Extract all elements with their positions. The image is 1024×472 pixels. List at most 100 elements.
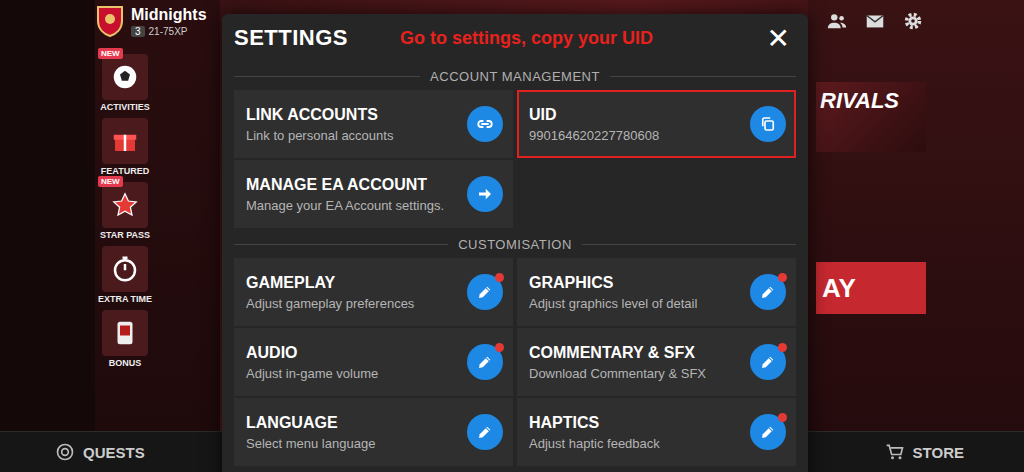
- side-menu-tile: [102, 118, 148, 164]
- right-column: RIVALS AY: [808, 0, 1024, 431]
- setting-button[interactable]: [750, 274, 786, 310]
- setting-subtitle: Select menu language: [246, 436, 375, 451]
- rivals-card[interactable]: RIVALS: [816, 82, 926, 152]
- settings-grid: LINK ACCOUNTSLink to personal accounts UI…: [234, 90, 796, 228]
- club-info[interactable]: Midnights321-75XP: [95, 4, 220, 38]
- notification-dot: [495, 273, 504, 282]
- side-menu-item[interactable]: FEATURED: [95, 118, 155, 176]
- setting-item[interactable]: GRAPHICS Adjust graphics level of detail: [517, 258, 796, 326]
- setting-button[interactable]: [467, 414, 503, 450]
- ball-icon: [110, 62, 140, 92]
- setting-text: MANAGE EA ACCOUNTManage your EA Account …: [246, 176, 444, 213]
- new-badge: NEW: [98, 48, 123, 59]
- setting-title: COMMENTARY & SFX: [529, 344, 706, 362]
- setting-text: GRAPHICS Adjust graphics level of detail: [529, 274, 697, 311]
- annotation-text: Go to settings, copy your UID: [400, 28, 653, 49]
- setting-title: LANGUAGE: [246, 414, 375, 432]
- card-icon: [110, 318, 140, 348]
- notification-dot: [778, 273, 787, 282]
- setting-item[interactable]: LANGUAGE Select menu language: [234, 398, 513, 466]
- setting-item[interactable]: COMMENTARY & SFXDownload Commentary & SF…: [517, 328, 796, 396]
- setting-button[interactable]: [467, 274, 503, 310]
- section-header: ACCOUNT MANAGEMENT: [234, 62, 796, 90]
- side-menu-label: STAR PASS: [100, 230, 150, 240]
- side-menu-tile: [102, 246, 148, 292]
- divider: [610, 76, 796, 77]
- link-icon: [476, 115, 494, 133]
- quests-label: QUESTS: [83, 444, 145, 461]
- club-text: Midnights321-75XP: [131, 6, 207, 37]
- setting-title: UID: [529, 106, 659, 124]
- setting-item[interactable]: GAMEPLAY Adjust gameplay preferences: [234, 258, 513, 326]
- side-menu-tile: [102, 310, 148, 356]
- setting-text: COMMENTARY & SFXDownload Commentary & SF…: [529, 344, 706, 381]
- setting-title: GAMEPLAY: [246, 274, 414, 292]
- side-menu-item[interactable]: EXTRA TIME: [95, 246, 155, 304]
- side-menu-item[interactable]: NEW STAR PASS: [95, 182, 155, 240]
- setting-button[interactable]: [750, 344, 786, 380]
- club-crest-icon: [95, 4, 125, 38]
- setting-text: LANGUAGE Select menu language: [246, 414, 375, 451]
- setting-button[interactable]: [467, 106, 503, 142]
- top-icons: [816, 0, 1024, 32]
- dialog-header: SETTINGS Go to settings, copy your UID ✕: [234, 14, 796, 62]
- side-menu-label: FEATURED: [101, 166, 149, 176]
- mail-icon[interactable]: [864, 10, 886, 32]
- setting-item[interactable]: HAPTICSAdjust haptic feedback: [517, 398, 796, 466]
- gear-icon[interactable]: [902, 10, 924, 32]
- notification-dot: [778, 413, 787, 422]
- pencil-icon: [476, 283, 494, 301]
- setting-subtitle: Adjust gameplay preferences: [246, 296, 414, 311]
- side-menu-tile: NEW: [102, 182, 148, 228]
- pencil-icon: [476, 423, 494, 441]
- level-row: 321-75XP: [131, 26, 207, 37]
- setting-button[interactable]: [467, 176, 503, 212]
- setting-button[interactable]: [750, 414, 786, 450]
- play-button[interactable]: AY: [816, 262, 926, 314]
- side-menu-label: ACTIVITIES: [100, 102, 150, 112]
- setting-text: UID 990164620227780608: [529, 106, 659, 143]
- stopwatch-icon: [110, 254, 140, 284]
- store-button[interactable]: STORE: [885, 442, 964, 462]
- left-column: Midnights321-75XP NEW ACTIVITIES FEATURED NE…: [95, 0, 220, 431]
- setting-subtitle: 990164620227780608: [529, 128, 659, 143]
- setting-subtitle: Link to personal accounts: [246, 128, 393, 143]
- side-menu-item[interactable]: BONUS: [95, 310, 155, 368]
- gift-icon: [110, 126, 140, 156]
- setting-item[interactable]: MANAGE EA ACCOUNTManage your EA Account …: [234, 160, 513, 228]
- pencil-icon: [759, 353, 777, 371]
- setting-subtitle: Adjust graphics level of detail: [529, 296, 697, 311]
- notification-dot: [495, 343, 504, 352]
- side-menu-tile: NEW: [102, 54, 148, 100]
- friends-icon[interactable]: [826, 10, 848, 32]
- divider: [582, 244, 796, 245]
- settings-grid: GAMEPLAY Adjust gameplay preferences GRAPH…: [234, 258, 796, 466]
- setting-text: GAMEPLAY Adjust gameplay preferences: [246, 274, 414, 311]
- setting-text: AUDIOAdjust in-game volume: [246, 344, 378, 381]
- setting-button[interactable]: [467, 344, 503, 380]
- pencil-icon: [759, 423, 777, 441]
- side-menu-item[interactable]: NEW ACTIVITIES: [95, 54, 155, 112]
- settings-dialog: SETTINGS Go to settings, copy your UID ✕ AC…: [222, 14, 808, 472]
- section-title: CUSTOMISATION: [458, 237, 572, 252]
- setting-item[interactable]: UID 990164620227780608: [517, 90, 796, 158]
- pencil-icon: [759, 283, 777, 301]
- section-title: ACCOUNT MANAGEMENT: [430, 69, 600, 84]
- dialog-title: SETTINGS: [234, 25, 348, 51]
- quests-button[interactable]: QUESTS: [55, 442, 145, 462]
- settings-section: ACCOUNT MANAGEMENT LINK ACCOUNTSLink to p…: [234, 62, 796, 228]
- arrow-right-icon: [476, 185, 494, 203]
- xp-text: 21-75XP: [149, 26, 188, 37]
- setting-item[interactable]: LINK ACCOUNTSLink to personal accounts: [234, 90, 513, 158]
- divider: [234, 244, 448, 245]
- setting-item[interactable]: AUDIOAdjust in-game volume: [234, 328, 513, 396]
- divider: [234, 76, 420, 77]
- store-label: STORE: [913, 444, 964, 461]
- notification-dot: [778, 343, 787, 352]
- play-text: AY: [822, 273, 856, 304]
- side-menu-label: BONUS: [109, 358, 142, 368]
- section-header: CUSTOMISATION: [234, 230, 796, 258]
- close-button[interactable]: ✕: [761, 22, 796, 55]
- setting-title: GRAPHICS: [529, 274, 697, 292]
- setting-button[interactable]: [750, 106, 786, 142]
